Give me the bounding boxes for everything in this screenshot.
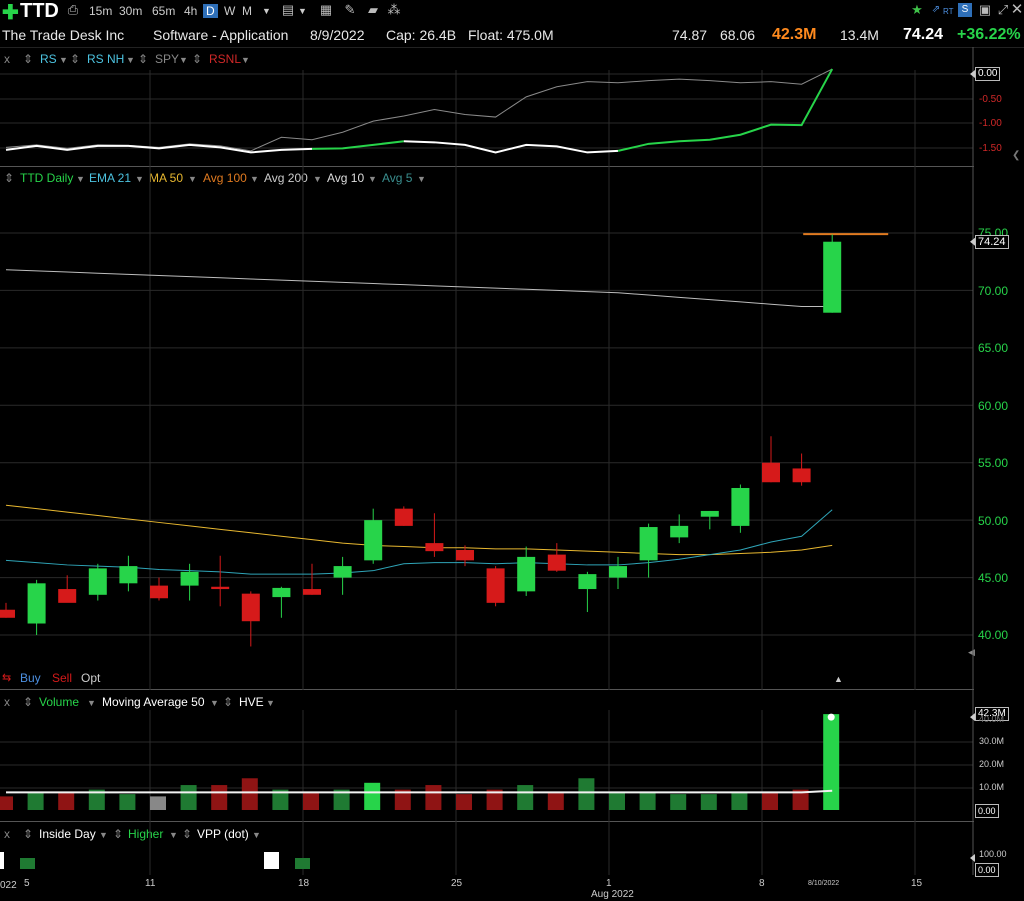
volume-bar bbox=[425, 785, 442, 810]
avg200-line bbox=[5, 269, 833, 308]
candle-up bbox=[119, 566, 138, 584]
higher-bar bbox=[20, 858, 35, 869]
higher-bar bbox=[295, 858, 310, 869]
volume-bar bbox=[303, 791, 319, 810]
volume-bar bbox=[119, 794, 136, 810]
volume-bar bbox=[241, 778, 258, 810]
rs-line-white bbox=[403, 140, 619, 154]
candle-up bbox=[700, 510, 719, 517]
volume-bar bbox=[58, 791, 75, 810]
candle-up bbox=[639, 527, 658, 561]
volume-bar bbox=[762, 791, 778, 810]
volume-bar bbox=[456, 794, 472, 810]
candle-down bbox=[211, 586, 230, 590]
candle-up bbox=[670, 525, 689, 538]
hve-dot bbox=[827, 713, 835, 721]
volume-bar bbox=[670, 794, 687, 810]
volume-bar bbox=[547, 791, 564, 810]
spy-line bbox=[5, 68, 833, 152]
inside-day-bar bbox=[264, 852, 279, 869]
candle-down bbox=[762, 462, 780, 483]
candle-up bbox=[27, 583, 46, 624]
candle-down bbox=[486, 568, 505, 603]
volume-bar bbox=[731, 791, 748, 810]
volume-bar bbox=[639, 791, 656, 810]
candle-down bbox=[0, 609, 15, 618]
volume-bar bbox=[578, 778, 595, 810]
candle-down bbox=[547, 554, 566, 571]
volume-ma50-line bbox=[6, 789, 833, 794]
volume-bar bbox=[150, 796, 166, 810]
candle-down bbox=[303, 589, 321, 595]
candle-up bbox=[180, 571, 199, 586]
volume-bar bbox=[364, 782, 381, 810]
candle-up bbox=[823, 241, 842, 313]
candle-up bbox=[609, 566, 627, 578]
volume-bar bbox=[180, 785, 197, 810]
candle-up bbox=[88, 568, 107, 595]
candle-down bbox=[58, 589, 77, 603]
volume-bar bbox=[609, 791, 625, 810]
volume-bar bbox=[823, 714, 840, 810]
candle-down bbox=[425, 543, 444, 552]
candle-up bbox=[272, 587, 291, 598]
candle-up bbox=[517, 556, 536, 592]
inside-day-bar bbox=[0, 852, 4, 869]
candle-up bbox=[731, 487, 750, 526]
candle-down bbox=[456, 550, 474, 561]
candle-up bbox=[364, 520, 383, 561]
candle-down bbox=[394, 508, 413, 526]
candle-up bbox=[333, 566, 352, 578]
volume-bar bbox=[700, 794, 717, 810]
candle-down bbox=[150, 585, 168, 599]
volume-bar bbox=[211, 785, 228, 810]
rs-line-white bbox=[5, 143, 313, 154]
candle-down bbox=[792, 468, 811, 483]
candle-up bbox=[578, 574, 597, 590]
volume-bar bbox=[0, 796, 13, 810]
volume-bar bbox=[27, 791, 44, 810]
candle-down bbox=[241, 593, 260, 622]
volume-bar bbox=[517, 785, 534, 810]
stock-chart[interactable] bbox=[0, 0, 1024, 901]
